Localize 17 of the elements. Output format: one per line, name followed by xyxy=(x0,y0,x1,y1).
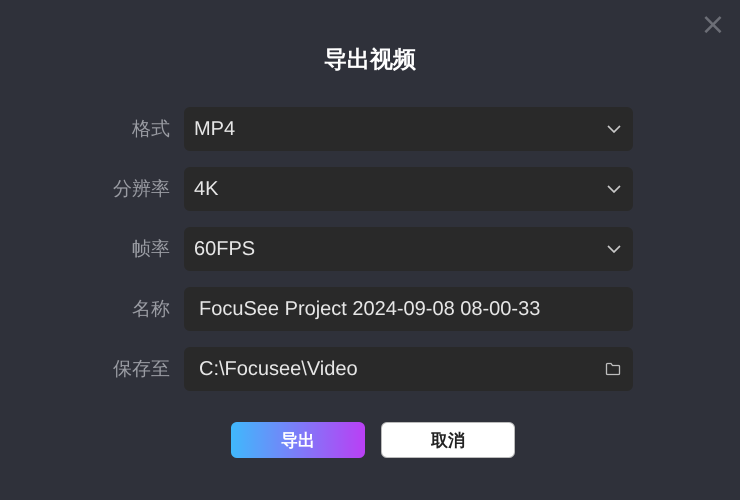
field-label: 帧率 xyxy=(132,237,170,262)
dropdown[interactable]: 60FPS xyxy=(184,227,633,271)
dropdown[interactable]: MP4 xyxy=(184,107,633,151)
cancel-button[interactable]: 取消 xyxy=(381,422,515,458)
field-label: 名称 xyxy=(132,297,170,322)
input-field[interactable]: C:\Focusee\Video xyxy=(184,347,633,391)
chevron-down-icon xyxy=(607,125,621,133)
dropdown[interactable]: 4K xyxy=(184,167,633,211)
export-button[interactable]: 导出 xyxy=(231,422,365,458)
chevron-down-icon xyxy=(607,245,621,253)
field-label: 保存至 xyxy=(113,357,170,382)
field-label: 格式 xyxy=(132,117,170,142)
dialog-title: 导出视频 xyxy=(324,46,416,75)
field-label: 分辨率 xyxy=(113,177,170,202)
input-field[interactable]: FocuSee Project 2024-09-08 08-00-33 xyxy=(184,287,633,331)
folder-icon xyxy=(605,362,621,376)
chevron-down-icon xyxy=(607,185,621,193)
